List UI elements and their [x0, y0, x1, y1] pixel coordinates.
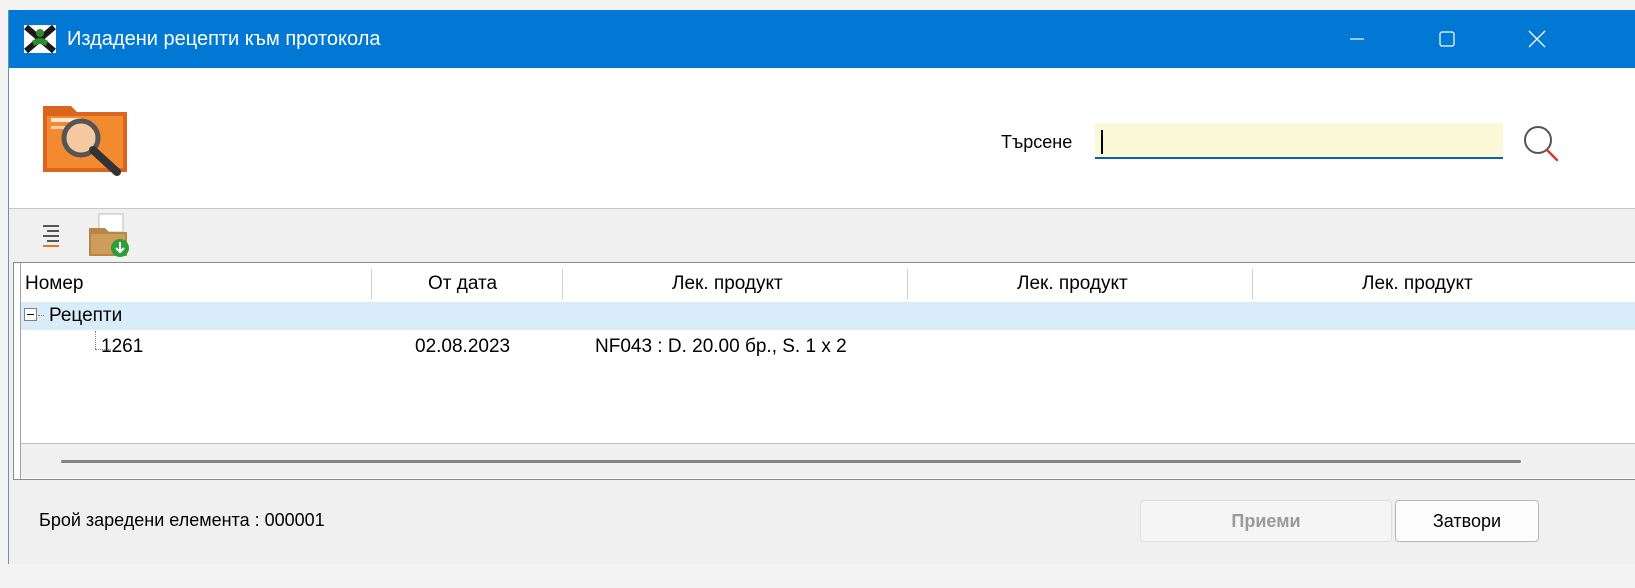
- search-header: Търсене: [9, 68, 1635, 209]
- close-window-button[interactable]: [1492, 10, 1582, 68]
- maximize-button[interactable]: [1402, 10, 1492, 68]
- group-label: Рецепти: [49, 305, 123, 326]
- column-separator[interactable]: [371, 269, 372, 299]
- column-header-date[interactable]: От дата: [428, 263, 497, 301]
- column-separator[interactable]: [562, 269, 563, 299]
- window-title: Издадени рецепти към протокола: [67, 28, 381, 50]
- horizontal-scrollbar[interactable]: [21, 443, 1635, 478]
- search-label: Търсене: [1001, 132, 1073, 152]
- column-header-product-2[interactable]: Лек. продукт: [1017, 263, 1128, 301]
- search-icon[interactable]: [1521, 123, 1561, 163]
- column-header-product-1[interactable]: Лек. продукт: [672, 263, 783, 301]
- tree-connector: [95, 331, 96, 349]
- list-indent-icon[interactable]: [37, 221, 65, 249]
- column-separator[interactable]: [1252, 269, 1253, 299]
- dialog-window: Издадени рецепти към протокола Търсене Н…: [8, 10, 1635, 564]
- minimize-icon: [1350, 38, 1364, 40]
- tree-connector: [38, 315, 44, 316]
- grid-body: Номер От дата Лек. продукт Лек. продукт …: [20, 263, 1635, 479]
- title-bar[interactable]: Издадени рецепти към протокола: [9, 10, 1635, 68]
- toolbar: [9, 209, 1635, 261]
- scrollbar-thumb[interactable]: [61, 460, 1521, 463]
- cell-date[interactable]: 02.08.2023: [415, 336, 510, 358]
- loaded-count-label: Брой заредени елемента : 000001: [39, 510, 325, 530]
- group-row-prescriptions[interactable]: [21, 302, 1635, 330]
- folder-search-icon: [43, 106, 127, 176]
- column-separator[interactable]: [907, 269, 908, 299]
- app-logo-icon: [24, 24, 56, 54]
- close-button[interactable]: Затвори: [1395, 500, 1539, 542]
- cell-product[interactable]: NF043 : D. 20.00 бр., S. 1 x 2: [595, 336, 847, 358]
- folder-download-icon[interactable]: [85, 212, 135, 260]
- prescriptions-grid[interactable]: Номер От дата Лек. продукт Лек. продукт …: [13, 262, 1635, 480]
- text-caret: [1101, 130, 1103, 154]
- column-header-product-3[interactable]: Лек. продукт: [1362, 263, 1473, 301]
- maximize-icon: [1439, 31, 1455, 47]
- column-header-number[interactable]: Номер: [25, 263, 83, 301]
- search-input[interactable]: [1095, 123, 1503, 159]
- collapse-toggle-icon[interactable]: [24, 308, 37, 321]
- grid-header: Номер От дата Лек. продукт Лек. продукт …: [21, 263, 1635, 301]
- cell-number[interactable]: 1261: [101, 336, 143, 358]
- minimize-button[interactable]: [1312, 10, 1402, 68]
- close-icon: [1528, 30, 1546, 48]
- accept-button[interactable]: Приеми: [1140, 500, 1392, 542]
